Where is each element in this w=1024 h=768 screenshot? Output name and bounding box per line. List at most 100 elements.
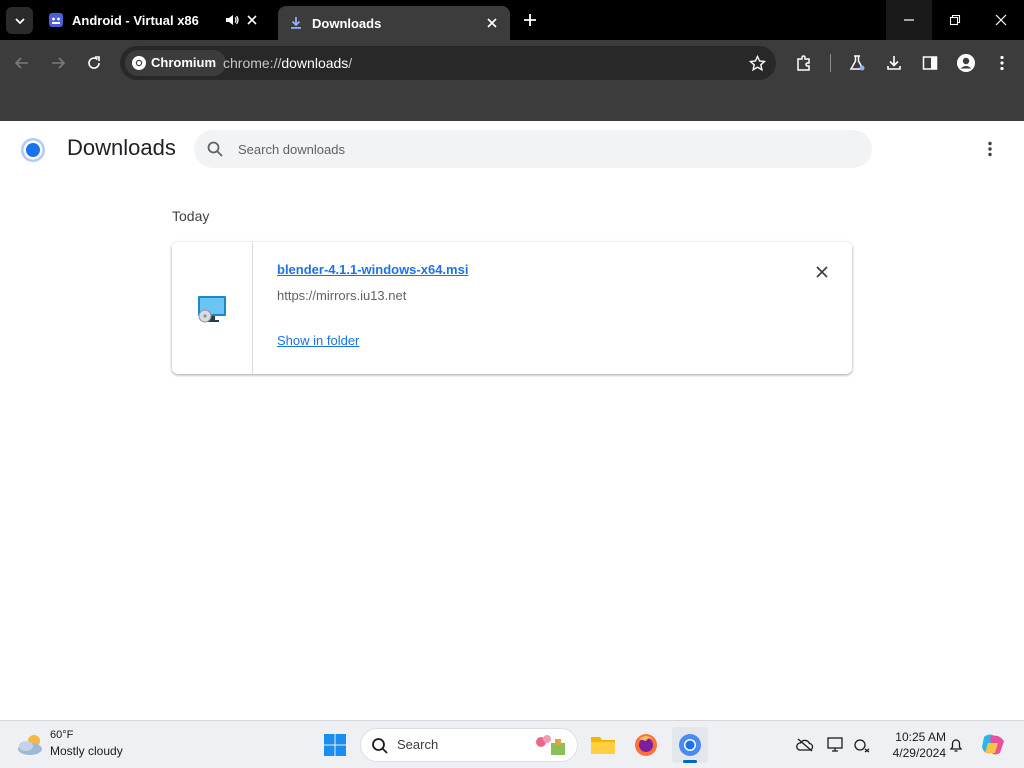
- tab-close-button[interactable]: [484, 15, 500, 31]
- site-chip[interactable]: Chromium: [125, 50, 226, 76]
- side-panel-icon: [922, 56, 938, 70]
- reload-icon: [88, 56, 100, 69]
- show-in-folder-link[interactable]: Show in folder: [277, 333, 359, 348]
- star-icon: [748, 54, 766, 71]
- installer-file-icon: [198, 296, 226, 323]
- firefox-icon: [635, 734, 657, 756]
- tab-title: Downloads: [312, 15, 382, 31]
- downloads-page: Downloads Today blender-4.1.1-windows-x6…: [0, 121, 1024, 720]
- network-tray-icon[interactable]: [852, 735, 872, 755]
- search-icon: [372, 738, 388, 754]
- tab-close-button[interactable]: [244, 12, 260, 28]
- download-filename-link[interactable]: blender-4.1.1-windows-x64.msi: [277, 262, 468, 277]
- notifications-button[interactable]: [946, 735, 966, 755]
- plus-icon: [524, 14, 536, 26]
- copilot-icon: [982, 734, 1004, 755]
- weather-temperature: 60°F: [50, 729, 74, 741]
- new-tab-button[interactable]: [520, 10, 540, 30]
- chromium-icon: [679, 734, 701, 756]
- close-icon: [487, 18, 497, 28]
- menu-icon: [988, 141, 992, 157]
- close-icon: [247, 15, 257, 25]
- date-header: Today: [172, 208, 210, 224]
- downloads-more-actions-button[interactable]: [978, 137, 1002, 161]
- restore-button[interactable]: [932, 0, 978, 40]
- file-icon-column: [172, 242, 253, 374]
- chromium-logo-icon: [21, 138, 45, 162]
- browser-menu-button[interactable]: [988, 49, 1016, 77]
- page-title: Downloads: [67, 135, 176, 160]
- search-icon: [207, 141, 223, 157]
- bell-icon: [949, 739, 963, 752]
- url-scheme: chrome://: [223, 55, 282, 71]
- forward-icon: [52, 57, 66, 69]
- file-explorer-icon: [591, 737, 615, 754]
- labs-icon: [849, 55, 865, 71]
- onedrive-tray-icon[interactable]: [795, 735, 815, 755]
- android-favicon: [48, 12, 64, 28]
- running-indicator: [683, 760, 697, 763]
- clock-date: 4/29/2024: [892, 746, 946, 760]
- tab-title: Android - Virtual x86: [72, 12, 199, 28]
- back-icon: [14, 57, 28, 69]
- url-path: /: [348, 55, 353, 71]
- network-icon: [854, 739, 870, 753]
- start-button[interactable]: [320, 730, 350, 760]
- taskbar-search-label: Search: [397, 737, 439, 752]
- toolbar-divider: [830, 54, 831, 72]
- downloads-button[interactable]: [880, 49, 908, 77]
- minimize-icon: [904, 19, 914, 21]
- weather-widget[interactable]: 60°F Mostly cloudy: [14, 727, 144, 763]
- url-text[interactable]: chrome://downloads/: [223, 46, 352, 80]
- site-chip-label: Chromium: [151, 55, 216, 70]
- search-downloads[interactable]: [194, 130, 872, 168]
- tab-downloads[interactable]: Downloads: [278, 6, 510, 40]
- tab-android-virtual[interactable]: Android - Virtual x86: [38, 0, 270, 40]
- display-tray-icon[interactable]: [826, 735, 846, 755]
- copilot-button[interactable]: [980, 733, 1006, 757]
- close-icon: [995, 14, 1007, 26]
- search-input[interactable]: [238, 130, 838, 168]
- side-panel-button[interactable]: [916, 49, 944, 77]
- close-icon: [816, 266, 828, 278]
- bookmarks-bar: [0, 86, 1024, 121]
- remove-download-button[interactable]: [812, 262, 832, 282]
- search-highlight-icon: [536, 735, 565, 755]
- cloudy-weather-icon: [18, 735, 42, 755]
- extensions-icon: [797, 55, 810, 71]
- bookmark-star-button[interactable]: [746, 52, 768, 74]
- title-bar: Android - Virtual x86 Downloads: [0, 0, 1024, 40]
- chromium-icon: [132, 56, 146, 70]
- firefox-taskbar-button[interactable]: [628, 727, 664, 763]
- restore-icon: [949, 14, 961, 26]
- window-close-button[interactable]: [978, 0, 1024, 40]
- file-explorer-taskbar-button[interactable]: [585, 727, 621, 763]
- browser-toolbar: Chromium chrome://downloads/: [0, 40, 1024, 86]
- labs-button[interactable]: [843, 49, 871, 77]
- chromium-taskbar-button[interactable]: [672, 727, 708, 763]
- weather-condition: Mostly cloudy: [50, 744, 123, 758]
- minimize-button[interactable]: [886, 0, 932, 40]
- download-source-url[interactable]: https://mirrors.iu13.net: [277, 288, 406, 303]
- forward-button[interactable]: [44, 49, 72, 77]
- address-bar[interactable]: Chromium chrome://downloads/: [120, 46, 776, 80]
- download-item: blender-4.1.1-windows-x64.msi https://mi…: [172, 242, 852, 374]
- extensions-button[interactable]: [790, 49, 818, 77]
- windows-start-icon: [324, 734, 346, 756]
- windows-taskbar: 60°F Mostly cloudy Search 10:25 AM 4/29/…: [0, 720, 1024, 768]
- url-host: downloads: [281, 55, 349, 71]
- chevron-down-icon: [14, 17, 25, 24]
- back-button[interactable]: [8, 49, 36, 77]
- taskbar-search[interactable]: Search: [360, 728, 578, 762]
- display-icon: [827, 737, 843, 752]
- profile-icon: [957, 54, 975, 72]
- downloads-favicon: [288, 15, 304, 31]
- tab-search-button[interactable]: [6, 7, 33, 34]
- clock-time: 10:25 AM: [895, 730, 946, 744]
- system-clock[interactable]: 10:25 AM 4/29/2024: [876, 729, 946, 761]
- menu-icon: [1000, 55, 1004, 71]
- audio-icon[interactable]: [224, 12, 240, 28]
- download-icon: [887, 56, 901, 70]
- reload-button[interactable]: [80, 49, 108, 77]
- profile-button[interactable]: [952, 49, 980, 77]
